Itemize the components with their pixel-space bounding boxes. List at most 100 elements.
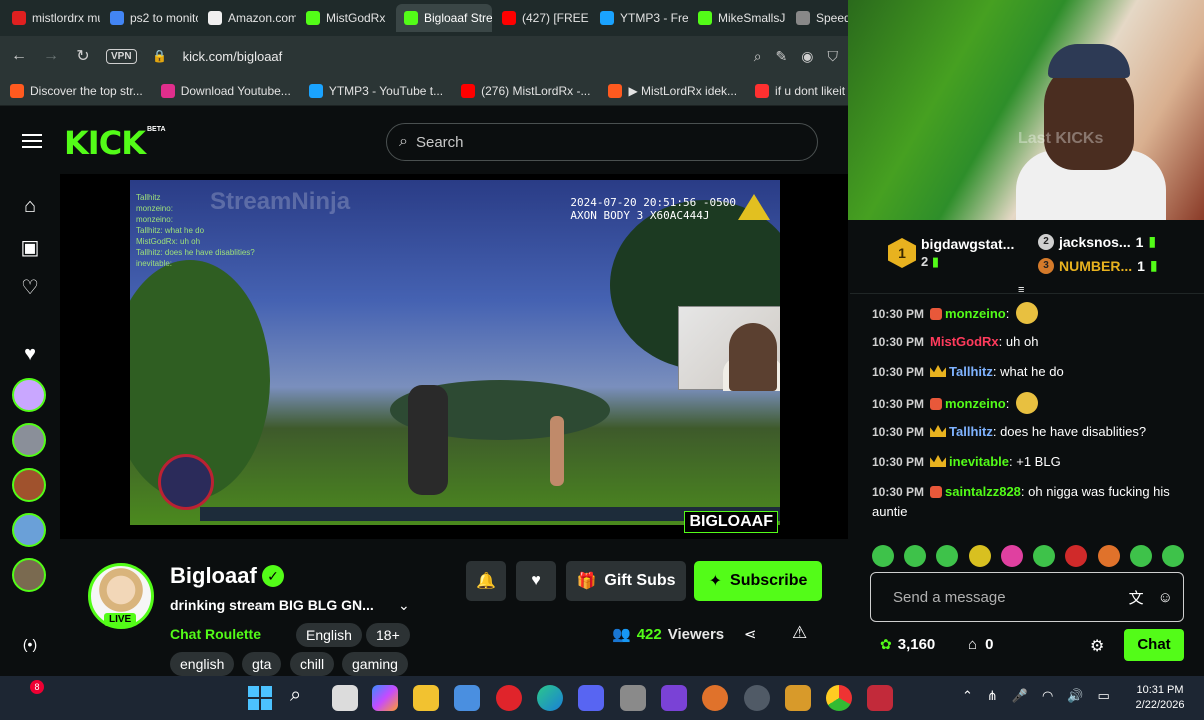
followed-channel-avatar[interactable] — [12, 423, 46, 457]
chat-username[interactable]: monzeino — [945, 306, 1006, 321]
tag-chip[interactable]: chill — [290, 652, 335, 676]
app-icon[interactable] — [867, 685, 893, 711]
bookmark-item[interactable]: Download Youtube... — [160, 83, 291, 98]
followed-heart-icon[interactable]: ♥ — [18, 342, 42, 366]
chat-username[interactable]: Tallhitz — [949, 424, 993, 439]
bookmark-item[interactable]: ▶ MistLordRx idek... — [608, 83, 737, 98]
emote-icon[interactable] — [1097, 545, 1120, 567]
browser-tab[interactable]: Speed Dial — [788, 4, 848, 32]
chevron-down-icon[interactable]: ⌄ — [398, 597, 410, 614]
chat-username[interactable]: monzeino — [945, 396, 1006, 411]
emote-icon[interactable] — [968, 545, 991, 567]
followed-channel-avatar[interactable] — [12, 513, 46, 547]
chevron-up-icon[interactable]: ⌃ — [962, 688, 973, 704]
emoji-icon[interactable]: ☺ — [1158, 589, 1173, 606]
copilot-icon[interactable] — [372, 685, 398, 711]
browser-tab[interactable]: Bigloaaf Stream - W — [396, 4, 492, 32]
chat-username[interactable]: Tallhitz — [949, 364, 993, 379]
translate-icon[interactable]: 文 — [1129, 587, 1144, 608]
gifter-first[interactable]: 1 bigdawgstat... 2 ▮ — [888, 236, 1014, 270]
follow-heart-button[interactable]: ♥ — [516, 561, 556, 601]
fl-studio-icon[interactable] — [785, 685, 811, 711]
app-icon[interactable] — [702, 685, 728, 711]
battery-icon[interactable]: ▭ — [1098, 688, 1110, 704]
shield-icon[interactable]: ⛉ — [828, 48, 839, 65]
volume-icon[interactable]: 🔊 — [1067, 688, 1083, 704]
browser-tab[interactable]: MikeSmallsJr — [690, 4, 786, 32]
microphone-icon[interactable]: 🎤 — [1012, 688, 1028, 704]
emote-icon[interactable] — [1000, 545, 1023, 567]
tag-chip[interactable]: english — [170, 652, 235, 676]
browser-tab[interactable]: YTMP3 - Free — [592, 4, 688, 32]
followed-channel-avatar[interactable] — [12, 378, 46, 412]
kick-logo[interactable]: KICK — [64, 124, 146, 162]
send-chat-button[interactable]: Chat — [1124, 629, 1184, 661]
chat-message[interactable]: 10:30 PM monzeino: — [872, 302, 1192, 324]
followed-channel-avatar[interactable] — [12, 558, 46, 592]
following-heart-icon[interactable]: ♡ — [18, 276, 42, 300]
stash-counter[interactable]: ⌂ 0 — [968, 636, 993, 653]
browse-icon[interactable]: ▣ — [18, 236, 42, 260]
browser-tab[interactable]: (427) [FREE FO — [494, 4, 590, 32]
tag-chip[interactable]: 18+ — [366, 623, 410, 647]
browser-tab[interactable]: ps2 to monito — [102, 4, 198, 32]
camera-icon[interactable]: ◉ — [801, 48, 813, 65]
forward-icon[interactable]: → — [42, 47, 60, 65]
bookmark-item[interactable]: Discover the top str... — [10, 83, 143, 98]
chrome-icon[interactable] — [826, 685, 852, 711]
chat-message[interactable]: 10:30 PM Tallhitz: does he have disabliti… — [872, 422, 1192, 442]
edit-icon[interactable]: ✎ — [776, 48, 788, 65]
stream-category[interactable]: Chat Roulette — [170, 626, 261, 642]
emote-icon[interactable] — [904, 545, 927, 567]
tag-chip[interactable]: English — [296, 623, 362, 647]
gift-subs-button[interactable]: 🎁 Gift Subs — [566, 561, 686, 601]
reload-icon[interactable]: ↻ — [74, 46, 92, 66]
emote-icon[interactable] — [1161, 545, 1184, 567]
start-icon[interactable] — [248, 686, 272, 710]
back-icon[interactable]: ← — [10, 47, 28, 65]
tag-chip[interactable]: gaming — [342, 652, 408, 676]
search-icon[interactable]: ⌕ — [290, 684, 301, 707]
clipchamp-icon[interactable] — [661, 685, 687, 711]
edge-icon[interactable] — [537, 685, 563, 711]
bookmark-item[interactable]: if u dont likeit you b... — [755, 83, 848, 98]
chat-username[interactable]: inevitable — [949, 454, 1009, 469]
camera-app-icon[interactable] — [620, 685, 646, 711]
chat-message[interactable]: 10:30 PM monzeino: — [872, 392, 1192, 414]
discord-icon[interactable] — [578, 685, 604, 711]
collapse-icon[interactable]: ≡ — [1018, 284, 1024, 296]
channel-name[interactable]: Bigloaaf — [170, 563, 257, 589]
followed-channel-avatar[interactable] — [12, 468, 46, 502]
broadcast-icon[interactable]: (•) — [18, 632, 42, 656]
home-icon[interactable]: ⌂ — [18, 194, 42, 218]
chat-username[interactable]: MistGodRx — [930, 334, 999, 349]
emote-icon[interactable] — [1033, 545, 1056, 567]
subscribe-button[interactable]: ✦ Subscribe — [694, 561, 822, 601]
chat-message[interactable]: 10:30 PM Tallhitz: what he do — [872, 362, 1192, 382]
opera-gx-icon[interactable] — [496, 685, 522, 711]
browser-tab[interactable]: MistGodRx — [298, 4, 394, 32]
menu-icon[interactable] — [22, 134, 42, 148]
share-icon[interactable]: ⋖ — [744, 625, 757, 643]
emote-icon[interactable] — [1065, 545, 1088, 567]
network-icon[interactable]: ⋔ — [987, 688, 998, 704]
search-input[interactable]: ⌕ Search — [386, 123, 818, 161]
browser-tab[interactable]: mistlordrx mu — [4, 4, 100, 32]
task-view-icon[interactable] — [332, 685, 358, 711]
chat-message-input[interactable]: Send a message 文 ☺ — [870, 572, 1184, 622]
bookmark-item[interactable]: (276) MistLordRx -... — [461, 83, 590, 98]
emote-icon[interactable] — [936, 545, 959, 567]
taskbar-clock[interactable]: 10:31 PM 2/22/2026 — [1130, 683, 1190, 713]
gifter-third[interactable]: 3 NUMBER... 1 ▮ — [1038, 257, 1158, 274]
steam-icon[interactable] — [744, 685, 770, 711]
emote-icon[interactable] — [872, 545, 894, 567]
vpn-badge[interactable]: VPN — [106, 48, 137, 64]
chat-username[interactable]: saintalzz828 — [945, 484, 1021, 499]
chat-message[interactable]: 10:30 PM inevitable: +1 BLG — [872, 452, 1192, 472]
url-text[interactable]: kick.com/bigloaaf — [183, 49, 740, 64]
notification-bell-button[interactable]: 🔔 — [466, 561, 506, 601]
file-explorer-icon[interactable] — [413, 685, 439, 711]
app-icon[interactable] — [454, 685, 480, 711]
wifi-icon[interactable]: ◠ — [1042, 688, 1053, 704]
channel-points[interactable]: ✿ 3,160 — [880, 636, 935, 653]
